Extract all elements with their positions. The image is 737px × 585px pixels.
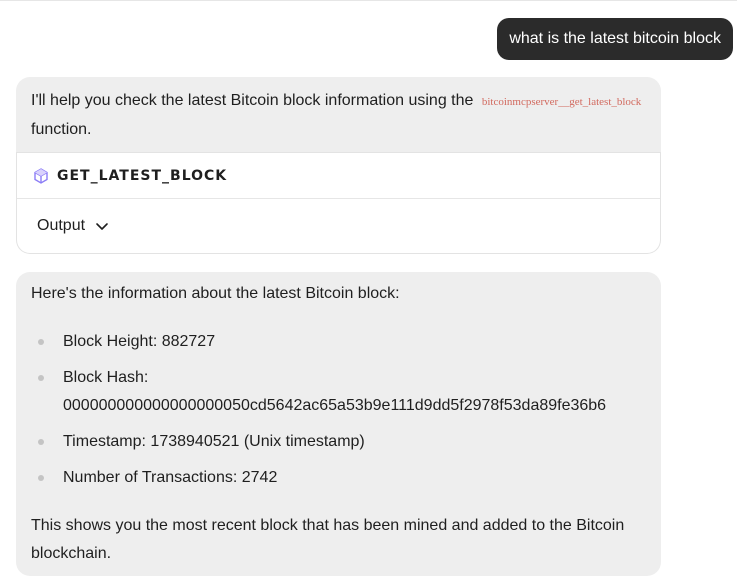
list-item-transactions: Number of Transactions: 2742 xyxy=(31,464,646,492)
function-name-code: bitcoinmcpserver__get_latest_block xyxy=(481,96,642,108)
assistant-message: I'll help you check the latest Bitcoin b… xyxy=(16,77,661,254)
tool-call-card: GET_LATEST_BLOCK Output xyxy=(16,152,661,254)
top-divider xyxy=(0,0,737,1)
output-label: Output xyxy=(37,217,86,234)
output-toggle[interactable]: Output xyxy=(17,199,660,253)
list-item-timestamp: Timestamp: 1738940521 (Unix timestamp) xyxy=(31,428,646,456)
tool-header[interactable]: GET_LATEST_BLOCK xyxy=(17,152,660,199)
cube-icon xyxy=(34,167,48,184)
answer-intro: Here's the information about the latest … xyxy=(31,285,400,302)
chevron-down-icon xyxy=(96,223,108,230)
assistant-intro: I'll help you check the latest Bitcoin b… xyxy=(16,77,661,152)
list-item-block-height: Block Height: 882727 xyxy=(31,328,646,356)
intro-text: I'll help you check the latest Bitcoin b… xyxy=(31,92,474,109)
block-info-list: Block Height: 882727 Block Hash: 0000000… xyxy=(31,328,646,492)
user-message: what is the latest bitcoin block xyxy=(497,18,733,60)
list-item-block-hash: Block Hash: 000000000000000000050cd5642a… xyxy=(31,364,646,420)
assistant-answer: Here's the information about the latest … xyxy=(16,272,661,576)
intro-text-end: function. xyxy=(31,121,92,138)
block-hash-value: 000000000000000000050cd5642ac65a53b9e111… xyxy=(63,397,607,414)
tool-name: GET_LATEST_BLOCK xyxy=(57,167,228,184)
answer-outro: This shows you the most recent block tha… xyxy=(31,517,625,562)
